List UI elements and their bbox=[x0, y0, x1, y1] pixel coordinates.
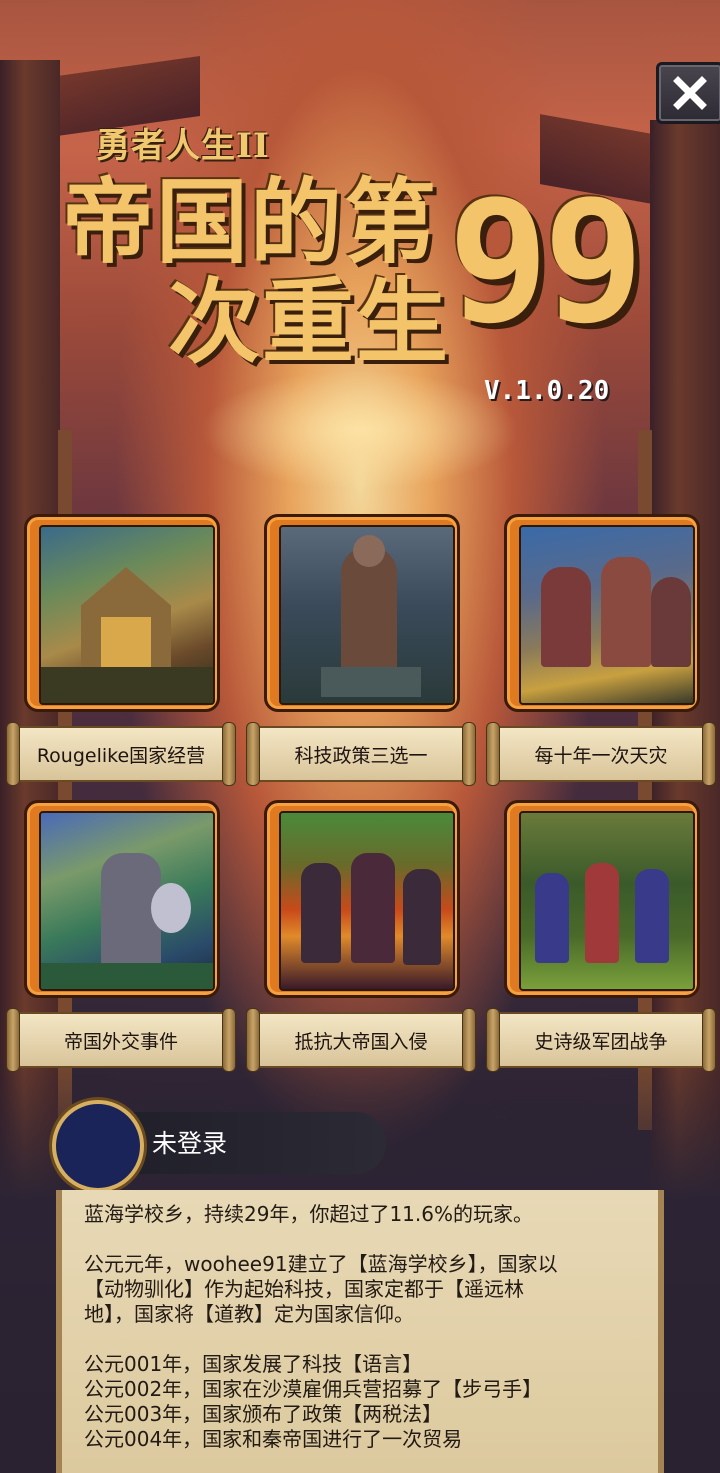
feature-label: 帝国外交事件 bbox=[6, 1008, 236, 1072]
feature-label: 每十年一次天灾 bbox=[486, 722, 716, 786]
game-title-number: 99 bbox=[448, 164, 644, 360]
army-march-art bbox=[519, 811, 695, 991]
statue-art bbox=[279, 525, 455, 705]
login-status: 未登录 bbox=[152, 1129, 228, 1158]
feature-card-legion-war[interactable]: 史诗级军团战争 bbox=[486, 800, 716, 1072]
chronicle-event: 公元001年，国家发展了科技【语言】 bbox=[84, 1352, 423, 1376]
feature-label: Rougelike国家经营 bbox=[6, 722, 236, 786]
feature-card-resist-invasion[interactable]: 抵抗大帝国入侵 bbox=[246, 800, 476, 1072]
knights-charge-art bbox=[519, 525, 695, 705]
game-title-line1: 帝国的第 bbox=[62, 168, 439, 276]
feature-card-diplomacy[interactable]: 帝国外交事件 bbox=[6, 800, 236, 1072]
feature-label: 史诗级军团战争 bbox=[486, 1008, 716, 1072]
chronicle-line: 公元元年，woohee91建立了【蓝海学校乡】，国家以 bbox=[84, 1252, 558, 1276]
burning-battle-art bbox=[279, 811, 455, 991]
village-art bbox=[39, 525, 215, 705]
version-label: V.1.0.20 bbox=[484, 376, 610, 406]
game-series-title: 勇者人生II bbox=[96, 126, 270, 166]
game-title-line2: 次重生 bbox=[168, 268, 451, 376]
feature-label: 科技政策三选一 bbox=[246, 722, 476, 786]
chronicle-line: 【动物驯化】作为起始科技，国家定都于【遥远林 bbox=[84, 1277, 524, 1301]
chronicle-event: 公元003年，国家颁布了政策【两税法】 bbox=[84, 1402, 443, 1426]
avatar[interactable] bbox=[52, 1100, 144, 1192]
feature-card-rougelike[interactable]: Rougelike国家经营 bbox=[6, 514, 236, 786]
feature-card-tech-policy[interactable]: 科技政策三选一 bbox=[246, 514, 476, 786]
close-button[interactable] bbox=[656, 62, 720, 124]
close-icon bbox=[673, 76, 707, 110]
feature-label: 抵抗大帝国入侵 bbox=[246, 1008, 476, 1072]
chronicle-event: 公元002年，国家在沙漠雇佣兵营招募了【步弓手】 bbox=[84, 1377, 543, 1401]
chronicle-line: 地】，国家将【道教】定为国家信仰。 bbox=[84, 1302, 414, 1326]
feature-card-disaster[interactable]: 每十年一次天灾 bbox=[486, 514, 716, 786]
chronicle-summary: 蓝海学校乡，持续29年，你超过了11.6%的玩家。 bbox=[84, 1202, 533, 1226]
chronicle-event: 公元004年，国家和秦帝国进行了一次贸易 bbox=[84, 1427, 463, 1451]
knight-duel-art bbox=[39, 811, 215, 991]
chronicle-panel[interactable]: 蓝海学校乡，持续29年，你超过了11.6%的玩家。 公元元年，woohee91建… bbox=[56, 1190, 664, 1473]
